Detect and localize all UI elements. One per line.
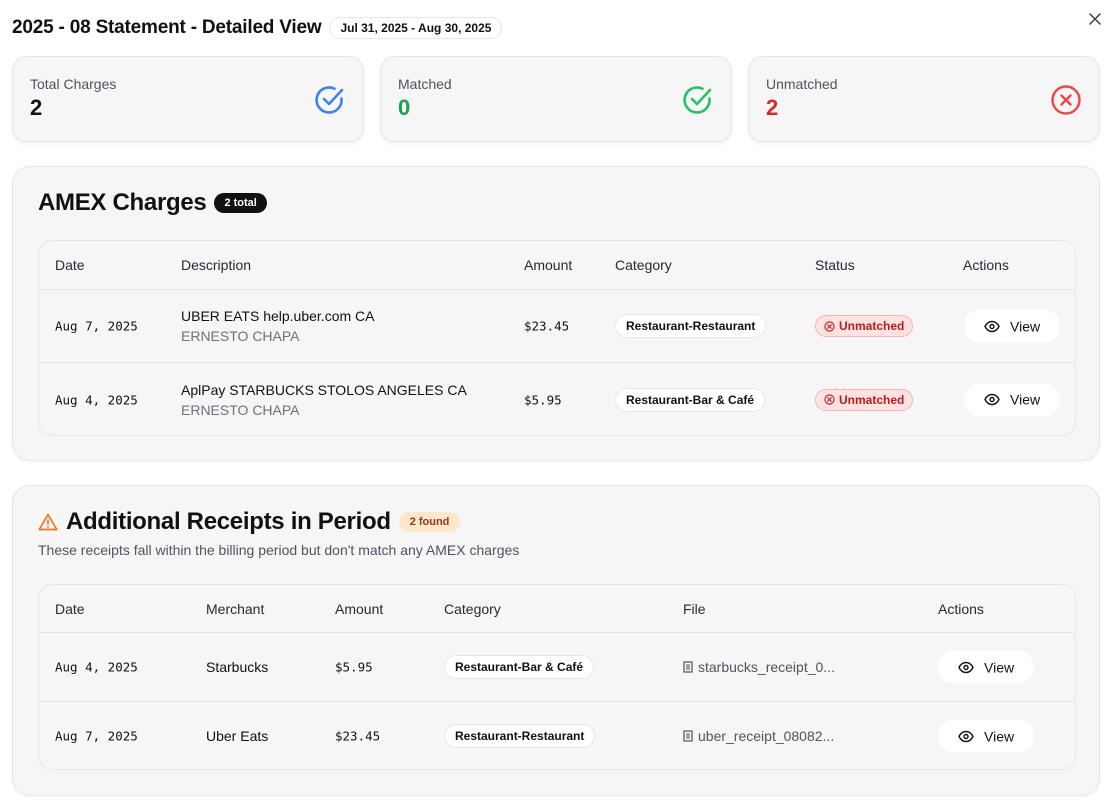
amex-charges-section: AMEX Charges 2 total Date Description Am… [12,166,1100,461]
cardholder-name: ERNESTO CHAPA [181,401,300,418]
stat-label: Unmatched [766,76,838,92]
table-row: Aug 7, 2025 Uber Eats $23.45 Restaurant-… [39,702,1075,769]
date-range-badge: Jul 31, 2025 - Aug 30, 2025 [329,17,503,39]
column-header: Date [55,257,85,273]
table-header: Date Description Amount Category Status … [39,241,1075,290]
view-button[interactable]: View [964,383,1061,416]
description-cell: AplPay STARBUCKS STOLOS ANGELES CA ERNES… [181,382,467,418]
amount-cell: $5.95 [524,392,562,407]
stat-label: Total Charges [30,76,117,92]
file-cell: uber_receipt_08082... [683,728,834,744]
eye-icon [984,320,1000,332]
stats-row: Total Charges 2 Matched 0 Unmatched 2 [12,56,1100,142]
eye-icon [958,661,974,673]
view-button-label: View [1010,391,1041,408]
stat-card-total: Total Charges 2 [12,56,364,142]
count-badge: 2 found [398,512,461,532]
column-header: Status [815,257,855,273]
close-button[interactable] [1085,9,1105,29]
category-badge: Restaurant-Bar & Café [444,655,595,679]
page-title: 2025 - 08 Statement - Detailed View [12,17,322,38]
close-icon [1089,13,1101,25]
check-circle-icon [315,86,344,114]
view-button-label: View [984,659,1015,675]
cardholder-name: ERNESTO CHAPA [181,328,300,344]
file-icon [683,661,693,673]
x-circle-icon [824,320,835,332]
date-cell: Aug 7, 2025 [55,318,138,334]
section-title: Additional Receipts in Period [66,508,391,535]
amount-cell: $23.45 [335,728,381,744]
eye-icon [958,730,974,742]
view-button[interactable]: View [964,309,1061,343]
file-cell: starbucks_receipt_0... [683,659,835,675]
column-header: Amount [524,257,573,273]
file-name: starbucks_receipt_0... [698,659,835,675]
modal-header: 2025 - 08 Statement - Detailed View Jul … [12,17,503,39]
column-header: File [683,600,706,617]
status-badge: Unmatched [815,388,914,411]
stat-label: Matched [398,76,452,92]
section-subtitle: These receipts fall within the billing p… [38,542,520,558]
category-badge: Restaurant-Restaurant [444,724,596,748]
column-header: Description [181,257,252,273]
section-title: AMEX Charges [38,189,207,216]
description-text: AplPay STARBUCKS STOLOS ANGELES CA [181,381,467,398]
table-header: Date Merchant Amount Category File Actio… [39,585,1075,633]
column-header: Date [55,600,85,617]
column-header: Actions [938,600,984,617]
amount-cell: $5.95 [335,659,373,675]
file-icon [683,730,693,742]
table-row: Aug 4, 2025 AplPay STARBUCKS STOLOS ANGE… [39,363,1075,435]
amount-cell: $23.45 [524,318,570,334]
x-circle-icon [824,394,835,405]
stat-value: 0 [398,95,411,120]
merchant-cell: Uber Eats [206,728,269,744]
merchant-cell: Starbucks [206,659,269,675]
description-text: UBER EATS help.uber.com CA [181,308,375,324]
additional-receipts-section: Additional Receipts in Period 2 found Th… [12,485,1100,796]
description-cell: UBER EATS help.uber.com CA ERNESTO CHAPA [181,308,374,344]
status-text: Unmatched [839,392,905,407]
column-header: Merchant [206,600,265,617]
table-row: Aug 7, 2025 UBER EATS help.uber.com CA E… [39,290,1075,363]
date-cell: Aug 7, 2025 [55,728,138,744]
stat-value: 2 [30,95,43,120]
check-circle-icon [683,86,712,114]
category-badge: Restaurant-Bar & Café [615,387,766,412]
warning-triangle-icon [38,513,58,531]
category-badge: Restaurant-Restaurant [615,314,767,338]
stat-card-matched: Matched 0 [380,56,732,142]
view-button-label: View [1010,318,1041,334]
status-text: Unmatched [839,319,905,333]
date-cell: Aug 4, 2025 [55,392,138,407]
receipts-table: Date Merchant Amount Category File Actio… [38,584,1076,770]
section-header: AMEX Charges 2 total [38,189,267,217]
column-header: Amount [335,600,384,617]
view-button[interactable]: View [938,719,1035,753]
view-button[interactable]: View [938,650,1035,684]
count-badge: 2 total [214,193,267,213]
column-header: Actions [963,257,1009,273]
column-header: Category [444,600,501,617]
view-button-label: View [984,728,1015,744]
x-circle-icon [1051,85,1081,115]
amex-table: Date Description Amount Category Status … [38,240,1076,436]
stat-card-unmatched: Unmatched 2 [748,56,1100,142]
status-badge: Unmatched [815,315,914,337]
section-header: Additional Receipts in Period 2 found [38,508,461,536]
table-row: Aug 4, 2025 Starbucks $5.95 Restaurant-B… [39,633,1075,702]
file-name: uber_receipt_08082... [698,728,835,744]
eye-icon [984,393,1000,406]
date-cell: Aug 4, 2025 [55,659,138,675]
stat-value: 2 [766,95,779,120]
column-header: Category [615,257,672,273]
